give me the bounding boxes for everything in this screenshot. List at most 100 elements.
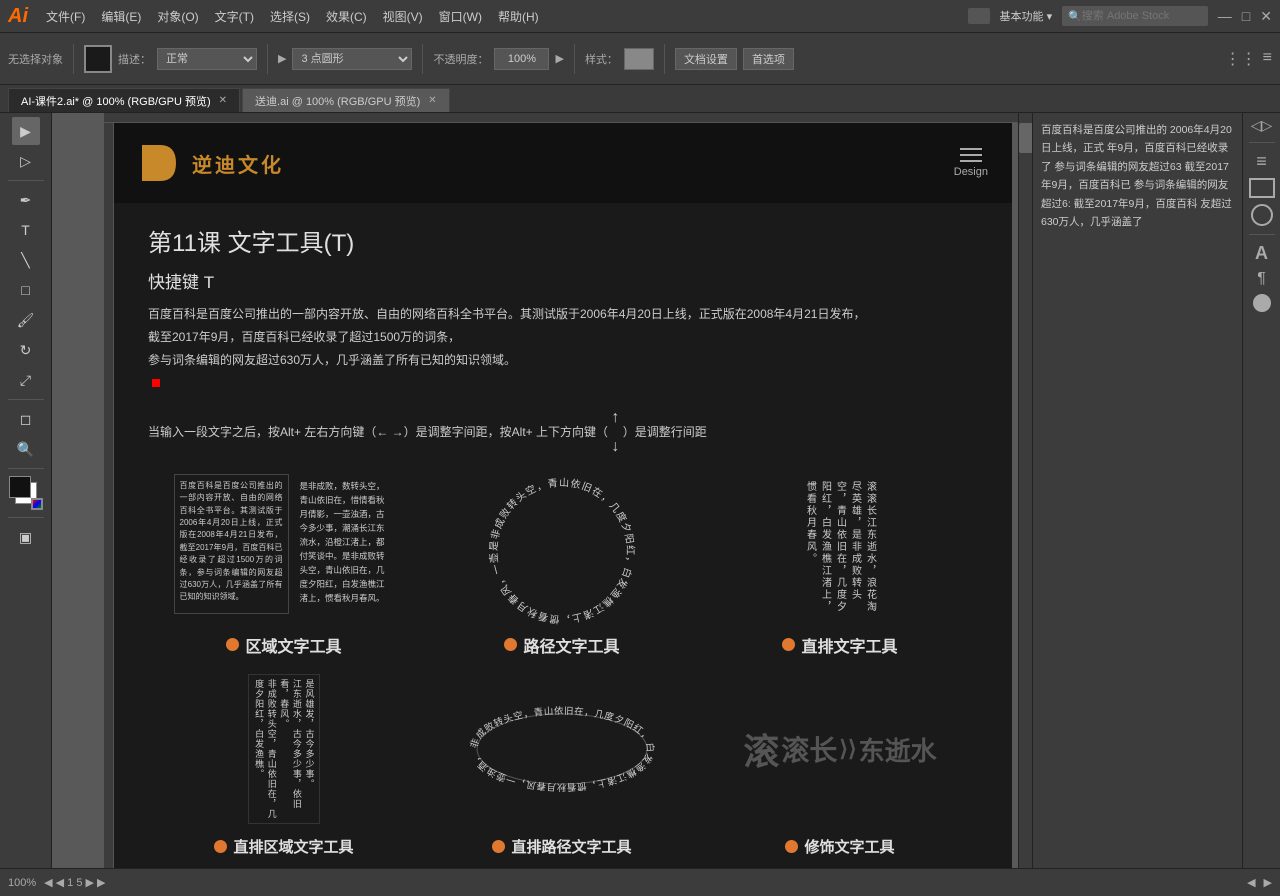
path-text-area: 是非成败转头空，青山依旧在，几度夕阳红，白发渔樵江渚上，惯看秋月春风，一壶浊酒喜… [426,474,698,629]
fill-color[interactable] [84,45,112,73]
bottom-next[interactable]: ▶ [1264,876,1272,889]
right-rect-icon[interactable] [1249,178,1275,198]
deco-text-label: 修饰文字工具 [785,836,894,857]
menu-bar: Ai 文件(F) 编辑(E) 对象(O) 文字(T) 选择(S) 效果(C) 视… [0,0,1280,33]
menu-edit[interactable]: 编辑(E) [93,8,149,25]
artboard-header: 逆迪文化 Design [112,123,1012,203]
right-circle-icon[interactable] [1251,204,1273,226]
tab-file1[interactable]: AI-课件2.ai* @ 100% (RGB/GPU 预览) ✕ [8,88,240,112]
ai-logo: Ai [8,5,28,28]
artboard: 逆迪文化 Design 第11课 文字工具(T) 快捷键 T 百度百科是百度公司… [112,123,1012,868]
vertical-text-label: 直排文字工具 [782,633,897,657]
deco-text-preview: 滚 滚长 ⟩⟩ 东逝水 [704,667,976,832]
dot-area [226,638,239,651]
blend-label: 描述： [118,51,151,67]
shortcut-line: 快捷键 T [148,268,976,293]
minimize-button[interactable]: — [1218,8,1232,24]
menu-object[interactable]: 对象(O) [149,8,206,25]
tool-rotate[interactable]: ↻ [12,336,40,364]
style-swatch[interactable] [624,48,654,70]
panels-icon[interactable]: ≡ [1263,49,1272,69]
brand-icon-svg [136,139,184,187]
strip-sep1 [1249,142,1275,143]
menu-view[interactable]: 视图(V) [375,8,431,25]
vert-path-preview: 非成败转头空，青山依旧在，几度夕阳红，白发渔樵江渚上，惯看秋月春风，一壶浊酒，几… [426,667,698,832]
tool-select[interactable]: ▶ [12,117,40,145]
area-text-block1: 百度百科是百度公司推出的一部内容开放、自由的网络百科全书平台。其测试版于2006… [174,474,289,614]
vert-path-demo: 非成败转头空，青山依旧在，几度夕阳红，白发渔樵江渚上，惯看秋月春风，一壶浊酒，几… [426,667,698,857]
opacity-label: 不透明度： [433,51,488,67]
vert-area-label: 直排区域文字工具 [214,836,353,857]
color-swatches[interactable] [9,476,43,510]
tab-close-1[interactable]: ✕ [219,95,227,106]
brand-name: 逆迪文化 [192,149,284,178]
right-preview-text: 百度百科是百度公司推出的 2006年4月20日上线，正式 年9月，百度百科已经收… [1033,113,1242,239]
preferences-button[interactable]: 首选项 [743,48,794,70]
bottom-prev[interactable]: ◀ [1247,876,1255,889]
right-para-icon[interactable]: ¶ [1257,270,1266,288]
deco-text-demo: 滚 滚长 ⟩⟩ 东逝水 修饰文字工具 [704,667,976,857]
tab-close-2[interactable]: ✕ [428,95,436,106]
design-label: Design [954,166,988,178]
zoom-level: 100% [8,877,36,889]
vert-path-svg: 非成败转头空，青山依旧在，几度夕阳红，白发渔樵江渚上，惯看秋月春风，一壶浊酒，几… [467,704,657,794]
lesson-title: 第11课 文字工具(T) [148,223,976,258]
tip-text: 当输入一段文字之后，按Alt+ 左右方向键（← →）是调整字间距，按Alt+ 上… [148,404,976,462]
search-input[interactable] [1082,10,1202,22]
menu-file[interactable]: 文件(F) [38,8,93,25]
scroll-right[interactable] [1018,113,1032,868]
design-menu[interactable]: Design [954,148,988,178]
description-text: 百度百科是百度公司推出的一部内容开放、自由的网络百科全书平台。其测试版于2006… [148,303,976,394]
dot-vert [782,638,795,651]
tool-direct-select[interactable]: ▷ [12,147,40,175]
workspace-label[interactable]: 基本功能 ▾ [1000,8,1053,24]
doc-settings-button[interactable]: 文档设置 [675,48,737,70]
tool-rect[interactable]: □ [12,276,40,304]
vertical-text-area: 滚滚长江东逝水，浪花淘尽英雄，是非成败转头空，青山依旧在，几度夕阳红，白发渔樵江… [704,474,976,629]
strip-sep2 [1249,234,1275,235]
point-label: ▶ [278,52,286,65]
tool-line[interactable]: ╲ [12,246,40,274]
blend-select[interactable]: 正常 [157,48,257,70]
tool-eraser[interactable]: ◻ [12,405,40,433]
tabs-bar: AI-课件2.ai* @ 100% (RGB/GPU 预览) ✕ 送迪.ai @… [0,85,1280,113]
tool-zoom[interactable]: 🔍 [12,435,40,463]
menu-text[interactable]: 文字(T) [207,8,262,25]
tools-row2: 非成败转头空，青山依旧在，几度夕阳红，白发渔樵。 江东逝水，古今多少事，依旧看，… [148,667,976,857]
menu-help[interactable]: 帮助(H) [490,8,547,25]
point-shape-select[interactable]: 3 点圆形 [292,48,412,70]
search-icon: 🔍 [1068,10,1082,23]
scroll-thumb[interactable] [1019,123,1033,153]
right-dot-icon[interactable] [1253,294,1271,312]
dot-vert-path [492,840,505,853]
brand-logo: 逆迪文化 [136,139,284,187]
right-icon-strip: ◁▷ ≡ A ¶ [1242,113,1280,868]
path-text-svg: 是非成败转头空，青山依旧在，几度夕阳红，白发渔樵江渚上，惯看秋月春风，一壶浊酒喜… [477,474,647,629]
right-expand-icon[interactable]: ◁▷ [1251,117,1273,134]
menu-select[interactable]: 选择(S) [262,8,318,25]
tool-brush[interactable]: 🖌 [12,306,40,334]
menu-window[interactable]: 窗口(W) [431,8,490,25]
menu-effect[interactable]: 效果(C) [318,8,375,25]
right-list-icon[interactable]: ≡ [1256,151,1267,172]
tab-file2[interactable]: 送迪.ai @ 100% (RGB/GPU 预览) ✕ [242,88,450,112]
area-text-block2: 是非成败，数转头空，青山依旧在，惜情看秋月倩影，一壶浊酒，古今多少事，潮涌长江东… [295,474,395,614]
tool-artboard[interactable]: ▣ [12,523,40,551]
dot-path [504,638,517,651]
area-text-label: 区域文字工具 [226,633,341,657]
page-nav[interactable]: ◀ ◀ 1 5 ▶ ▶ [44,876,105,889]
no-selection-label: 无选择对象 [8,51,63,67]
svg-text:是非成败转头空，青山依旧在，几度夕阳红，白发渔樵江渚上，惯看: 是非成败转头空，青山依旧在，几度夕阳红，白发渔樵江渚上，惯看秋月春风，一壶浊酒喜… [477,474,637,626]
tool-type[interactable]: T [12,216,40,244]
tool-pen[interactable]: ✒ [12,186,40,214]
right-text-icon[interactable]: A [1255,243,1268,264]
opacity-input[interactable] [494,48,549,70]
path-text-label: 路径文字工具 [504,633,619,657]
canvas-area[interactable]: 逆迪文化 Design 第11课 文字工具(T) 快捷键 T 百度百科是百度公司… [52,113,1018,868]
ruler-top [104,113,1018,123]
tool-scale[interactable]: ⤢ [12,366,40,394]
arrange-icon[interactable]: ⋮⋮ [1225,49,1257,69]
maximize-button[interactable]: □ [1242,8,1250,24]
ruler-left [104,123,114,868]
close-button[interactable]: ✕ [1260,8,1272,25]
